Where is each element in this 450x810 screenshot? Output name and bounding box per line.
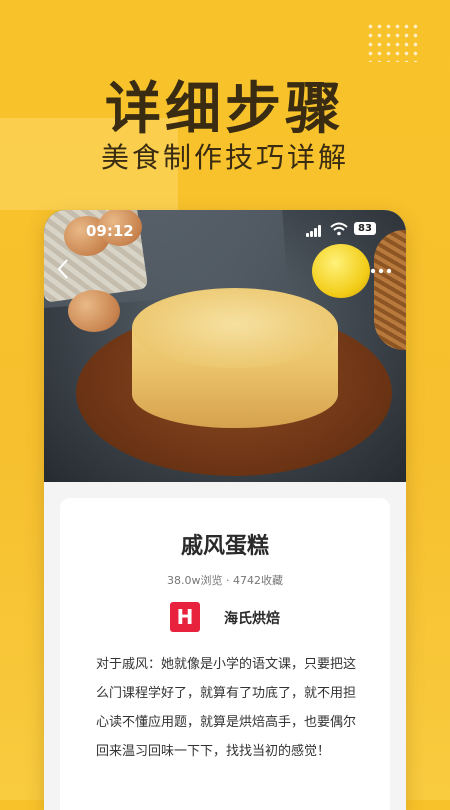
recipe-photo: 09:12 83: [44, 210, 406, 482]
status-time: 09:12: [86, 222, 134, 240]
author-logo-icon: H: [170, 602, 200, 632]
photo-basket-right: [374, 230, 406, 350]
more-dots-icon: [370, 268, 392, 274]
signal-icon: [306, 225, 324, 237]
decorative-dots: [366, 22, 420, 62]
promo-headline: 详细步骤: [105, 77, 345, 142]
battery-icon: 83: [354, 222, 376, 235]
back-button[interactable]: [56, 258, 70, 284]
author-name: 海氏烘焙: [224, 611, 280, 627]
more-button[interactable]: [370, 258, 392, 278]
recipe-card: 戚风蛋糕 38.0w浏览 · 4742收藏 H 海氏烘焙 对于戚风：她就像是小学…: [60, 498, 390, 810]
recipe-stats: 38.0w浏览 · 4742收藏: [167, 574, 283, 587]
phone-screen: 09:12 83 戚风蛋糕 38.0w浏览 · 4742收藏 H 海氏烘焙 对于…: [44, 210, 406, 810]
photo-egg: [68, 290, 120, 332]
promo-subheadline: 美食制作技巧详解: [100, 141, 349, 174]
chevron-left-icon: [57, 259, 68, 279]
wifi-icon: [330, 222, 348, 236]
recipe-description: 对于戚风：她就像是小学的语文课，只要把这么门课程学好了，就算有了功底了，就不用担…: [96, 657, 357, 759]
photo-cake-top: [132, 288, 338, 368]
photo-lemon: [312, 244, 370, 298]
recipe-title: 戚风蛋糕: [180, 534, 269, 559]
